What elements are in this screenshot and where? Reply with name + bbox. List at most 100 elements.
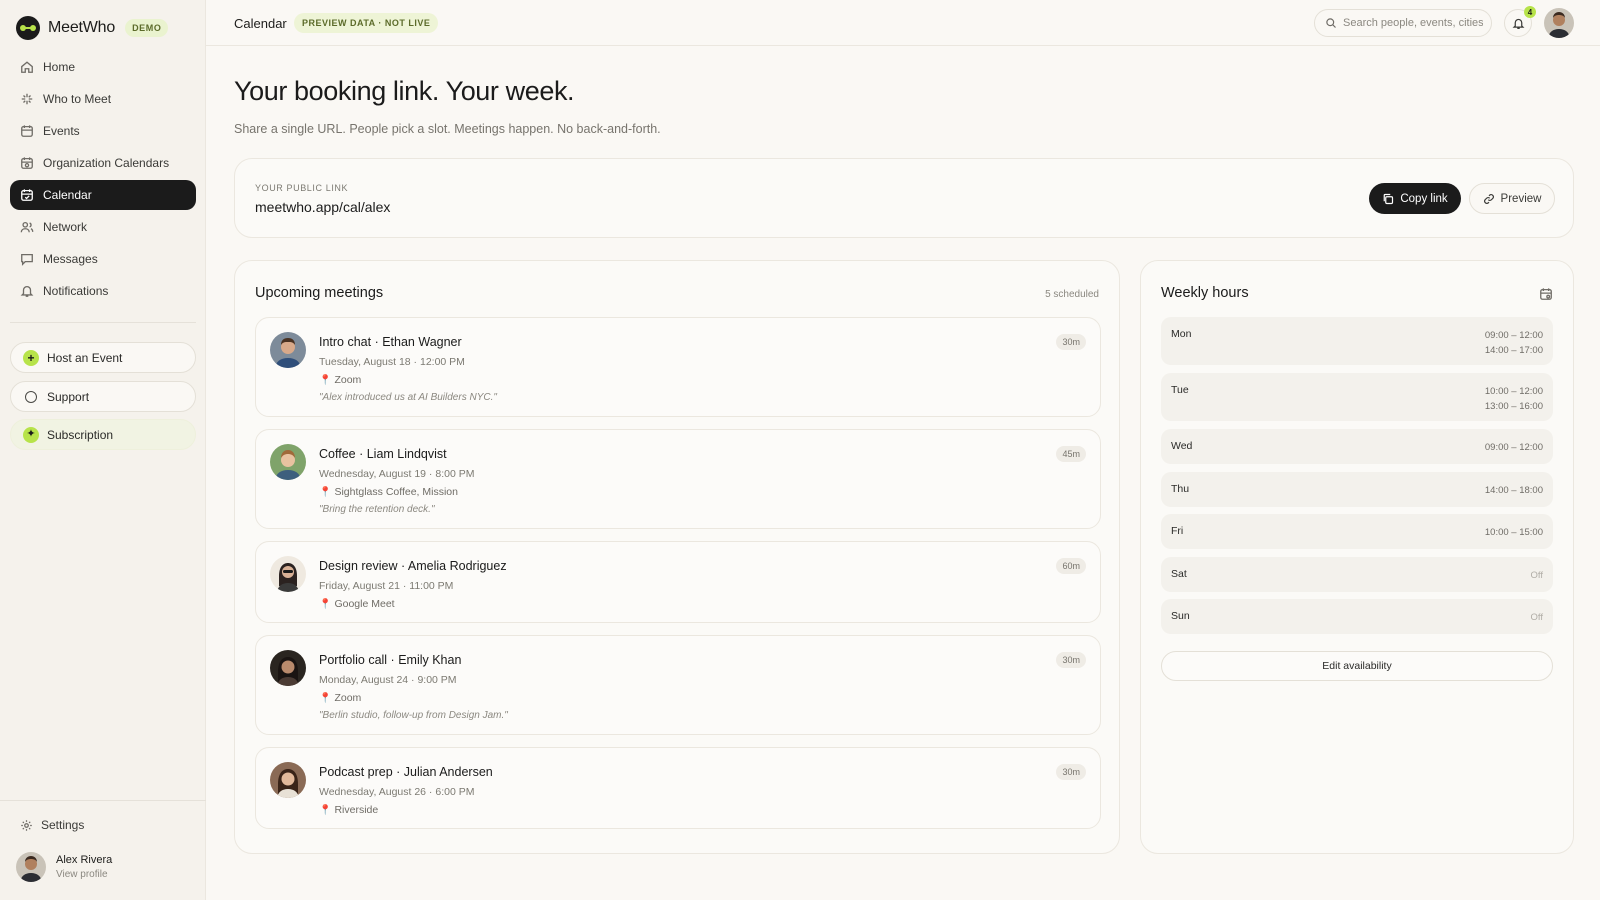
- sidebar-item-organization-calendars[interactable]: Organization Calendars: [10, 148, 196, 178]
- meeting-duration: 60m: [1056, 558, 1086, 574]
- host-event-button[interactable]: + Host an Event: [10, 342, 196, 373]
- avatar: [270, 650, 306, 686]
- message-icon: [20, 252, 34, 266]
- sidebar-nav: Home Who to Meet Events Organization Cal…: [10, 52, 196, 308]
- support-label: Support: [47, 389, 90, 404]
- meeting-title: Coffee · Liam Lindqvist: [319, 447, 447, 461]
- link-icon: [1483, 193, 1494, 204]
- meeting-duration: 30m: [1056, 334, 1086, 350]
- sparkle-icon: ✦: [23, 426, 39, 443]
- avatar: [270, 762, 306, 798]
- upcoming-meetings-card: Upcoming meetings 5 scheduled Intro chat…: [234, 260, 1120, 854]
- page-title: Your booking link. Your week.: [234, 76, 575, 106]
- meeting-title: Portfolio call · Emily Khan: [319, 653, 462, 667]
- user-avatar-button[interactable]: [1544, 8, 1574, 38]
- topbar: Calendar PREVIEW DATA · NOT LIVE 4: [206, 0, 1600, 46]
- meeting-item[interactable]: Design review · Amelia Rodriguez Friday,…: [255, 541, 1101, 623]
- preview-button[interactable]: Preview: [1469, 183, 1555, 214]
- copy-link-label: Copy link: [1400, 192, 1448, 205]
- day-name: Fri: [1171, 525, 1184, 537]
- bell-icon: [1512, 18, 1524, 29]
- edit-availability-button[interactable]: Edit availability: [1161, 651, 1553, 681]
- sidebar-item-network[interactable]: Network: [10, 212, 196, 242]
- day-slots: Off: [1531, 610, 1544, 625]
- avatar: [270, 556, 306, 592]
- day-name: Sat: [1171, 568, 1187, 580]
- meeting-location-text: Zoom: [334, 692, 362, 704]
- breadcrumb: Calendar: [234, 16, 287, 31]
- subscription-label: Subscription: [47, 427, 114, 442]
- sidebar-item-messages[interactable]: Messages: [10, 244, 196, 274]
- time-slot: 10:00 – 15:00: [1484, 527, 1543, 538]
- sidebar-item-home[interactable]: Home: [10, 52, 196, 82]
- sidebar-item-calendar[interactable]: Calendar: [10, 180, 196, 210]
- day-slots: Off: [1531, 568, 1544, 583]
- meeting-location-text: Riverside: [334, 804, 379, 816]
- search-input[interactable]: [1343, 17, 1483, 29]
- notifications-button[interactable]: 4: [1504, 6, 1536, 37]
- time-slot: 14:00 – 17:00: [1484, 345, 1543, 356]
- page-subtitle: Share a single URL. People pick a slot. …: [234, 122, 661, 136]
- time-slot: 10:00 – 12:00: [1484, 386, 1543, 397]
- copy-link-button[interactable]: Copy link: [1369, 183, 1461, 214]
- day-slots: 14:00 – 18:00: [1485, 483, 1543, 498]
- view-profile-link[interactable]: View profile: [56, 869, 112, 880]
- upcoming-meetings-title: Upcoming meetings: [255, 285, 384, 301]
- users-icon: [20, 220, 34, 234]
- meeting-item[interactable]: Portfolio call · Emily Khan Monday, Augu…: [255, 635, 1101, 735]
- subscription-button[interactable]: ✦ Subscription: [10, 419, 196, 450]
- sidebar-item-label: Events: [43, 124, 80, 138]
- meeting-time: Tuesday, August 18 · 12:00 PM: [319, 356, 465, 368]
- calendar-settings-icon[interactable]: [1539, 287, 1553, 301]
- sidebar-item-label: Messages: [43, 252, 98, 266]
- lifebuoy-icon: [25, 390, 37, 403]
- sidebar-item-who-to-meet[interactable]: Who to Meet: [10, 84, 196, 114]
- day-row-tue: Tue 10:00 – 12:00 13:00 – 16:00: [1161, 373, 1553, 421]
- sidebar-item-label: Notifications: [43, 284, 109, 298]
- search-icon: [1326, 18, 1336, 28]
- settings-label: Settings: [41, 818, 85, 832]
- day-row-sun: Sun Off: [1161, 599, 1553, 634]
- avatar: [270, 332, 306, 368]
- sidebar-item-label: Who to Meet: [43, 92, 112, 106]
- meeting-item[interactable]: Intro chat · Ethan Wagner Tuesday, Augus…: [255, 317, 1101, 417]
- time-slot: 13:00 – 16:00: [1484, 401, 1543, 412]
- meeting-time: Monday, August 24 · 9:00 PM: [319, 674, 457, 686]
- meeting-duration: 30m: [1056, 764, 1086, 780]
- sidebar-item-label: Network: [43, 220, 88, 234]
- settings-link[interactable]: Settings: [20, 818, 84, 832]
- sidebar-item-events[interactable]: Events: [10, 116, 196, 146]
- brand[interactable]: MeetWho DEMO: [16, 16, 169, 40]
- day-row-sat: Sat Off: [1161, 557, 1553, 592]
- sidebar-item-notifications[interactable]: Notifications: [10, 276, 196, 306]
- weekly-hours-title: Weekly hours: [1161, 285, 1249, 301]
- meeting-location: 📍 Zoom: [319, 374, 361, 386]
- day-row-thu: Thu 14:00 – 18:00: [1161, 472, 1553, 507]
- support-button[interactable]: Support: [10, 381, 196, 412]
- meeting-location-text: Sightglass Coffee, Mission: [334, 486, 458, 498]
- meeting-location: 📍 Riverside: [319, 804, 378, 816]
- public-link-url[interactable]: meetwho.app/cal/alex: [255, 199, 390, 215]
- meeting-duration: 30m: [1056, 652, 1086, 668]
- meeting-location-text: Zoom: [334, 374, 362, 386]
- sidebar-bottom-divider: [0, 800, 206, 801]
- day-name: Wed: [1171, 440, 1193, 452]
- sidebar-item-label: Home: [43, 60, 76, 74]
- meeting-title: Design review · Amelia Rodriguez: [319, 559, 507, 573]
- pin-icon: 📍: [319, 598, 332, 610]
- day-row-mon: Mon 09:00 – 12:00 14:00 – 17:00: [1161, 317, 1553, 365]
- search-box[interactable]: [1314, 9, 1492, 37]
- meeting-item[interactable]: Coffee · Liam Lindqvist Wednesday, Augus…: [255, 429, 1101, 529]
- bell-icon: [20, 284, 34, 298]
- meeting-duration: 45m: [1056, 446, 1086, 462]
- meeting-item[interactable]: Podcast prep · Julian Andersen Wednesday…: [255, 747, 1101, 829]
- sidebar: MeetWho DEMO Home Who to Meet Events Org…: [0, 0, 206, 900]
- calendar-clock-icon: [20, 156, 34, 170]
- meeting-title: Intro chat · Ethan Wagner: [319, 335, 462, 349]
- preview-data-badge: PREVIEW DATA · NOT LIVE: [294, 13, 439, 33]
- time-slot: 09:00 – 12:00: [1484, 442, 1543, 453]
- plus-icon: +: [23, 349, 39, 366]
- public-link-card: YOUR PUBLIC LINK meetwho.app/cal/alex Co…: [234, 158, 1574, 238]
- profile[interactable]: Alex Rivera View profile: [16, 852, 112, 882]
- day-slots: 10:00 – 15:00: [1485, 525, 1543, 540]
